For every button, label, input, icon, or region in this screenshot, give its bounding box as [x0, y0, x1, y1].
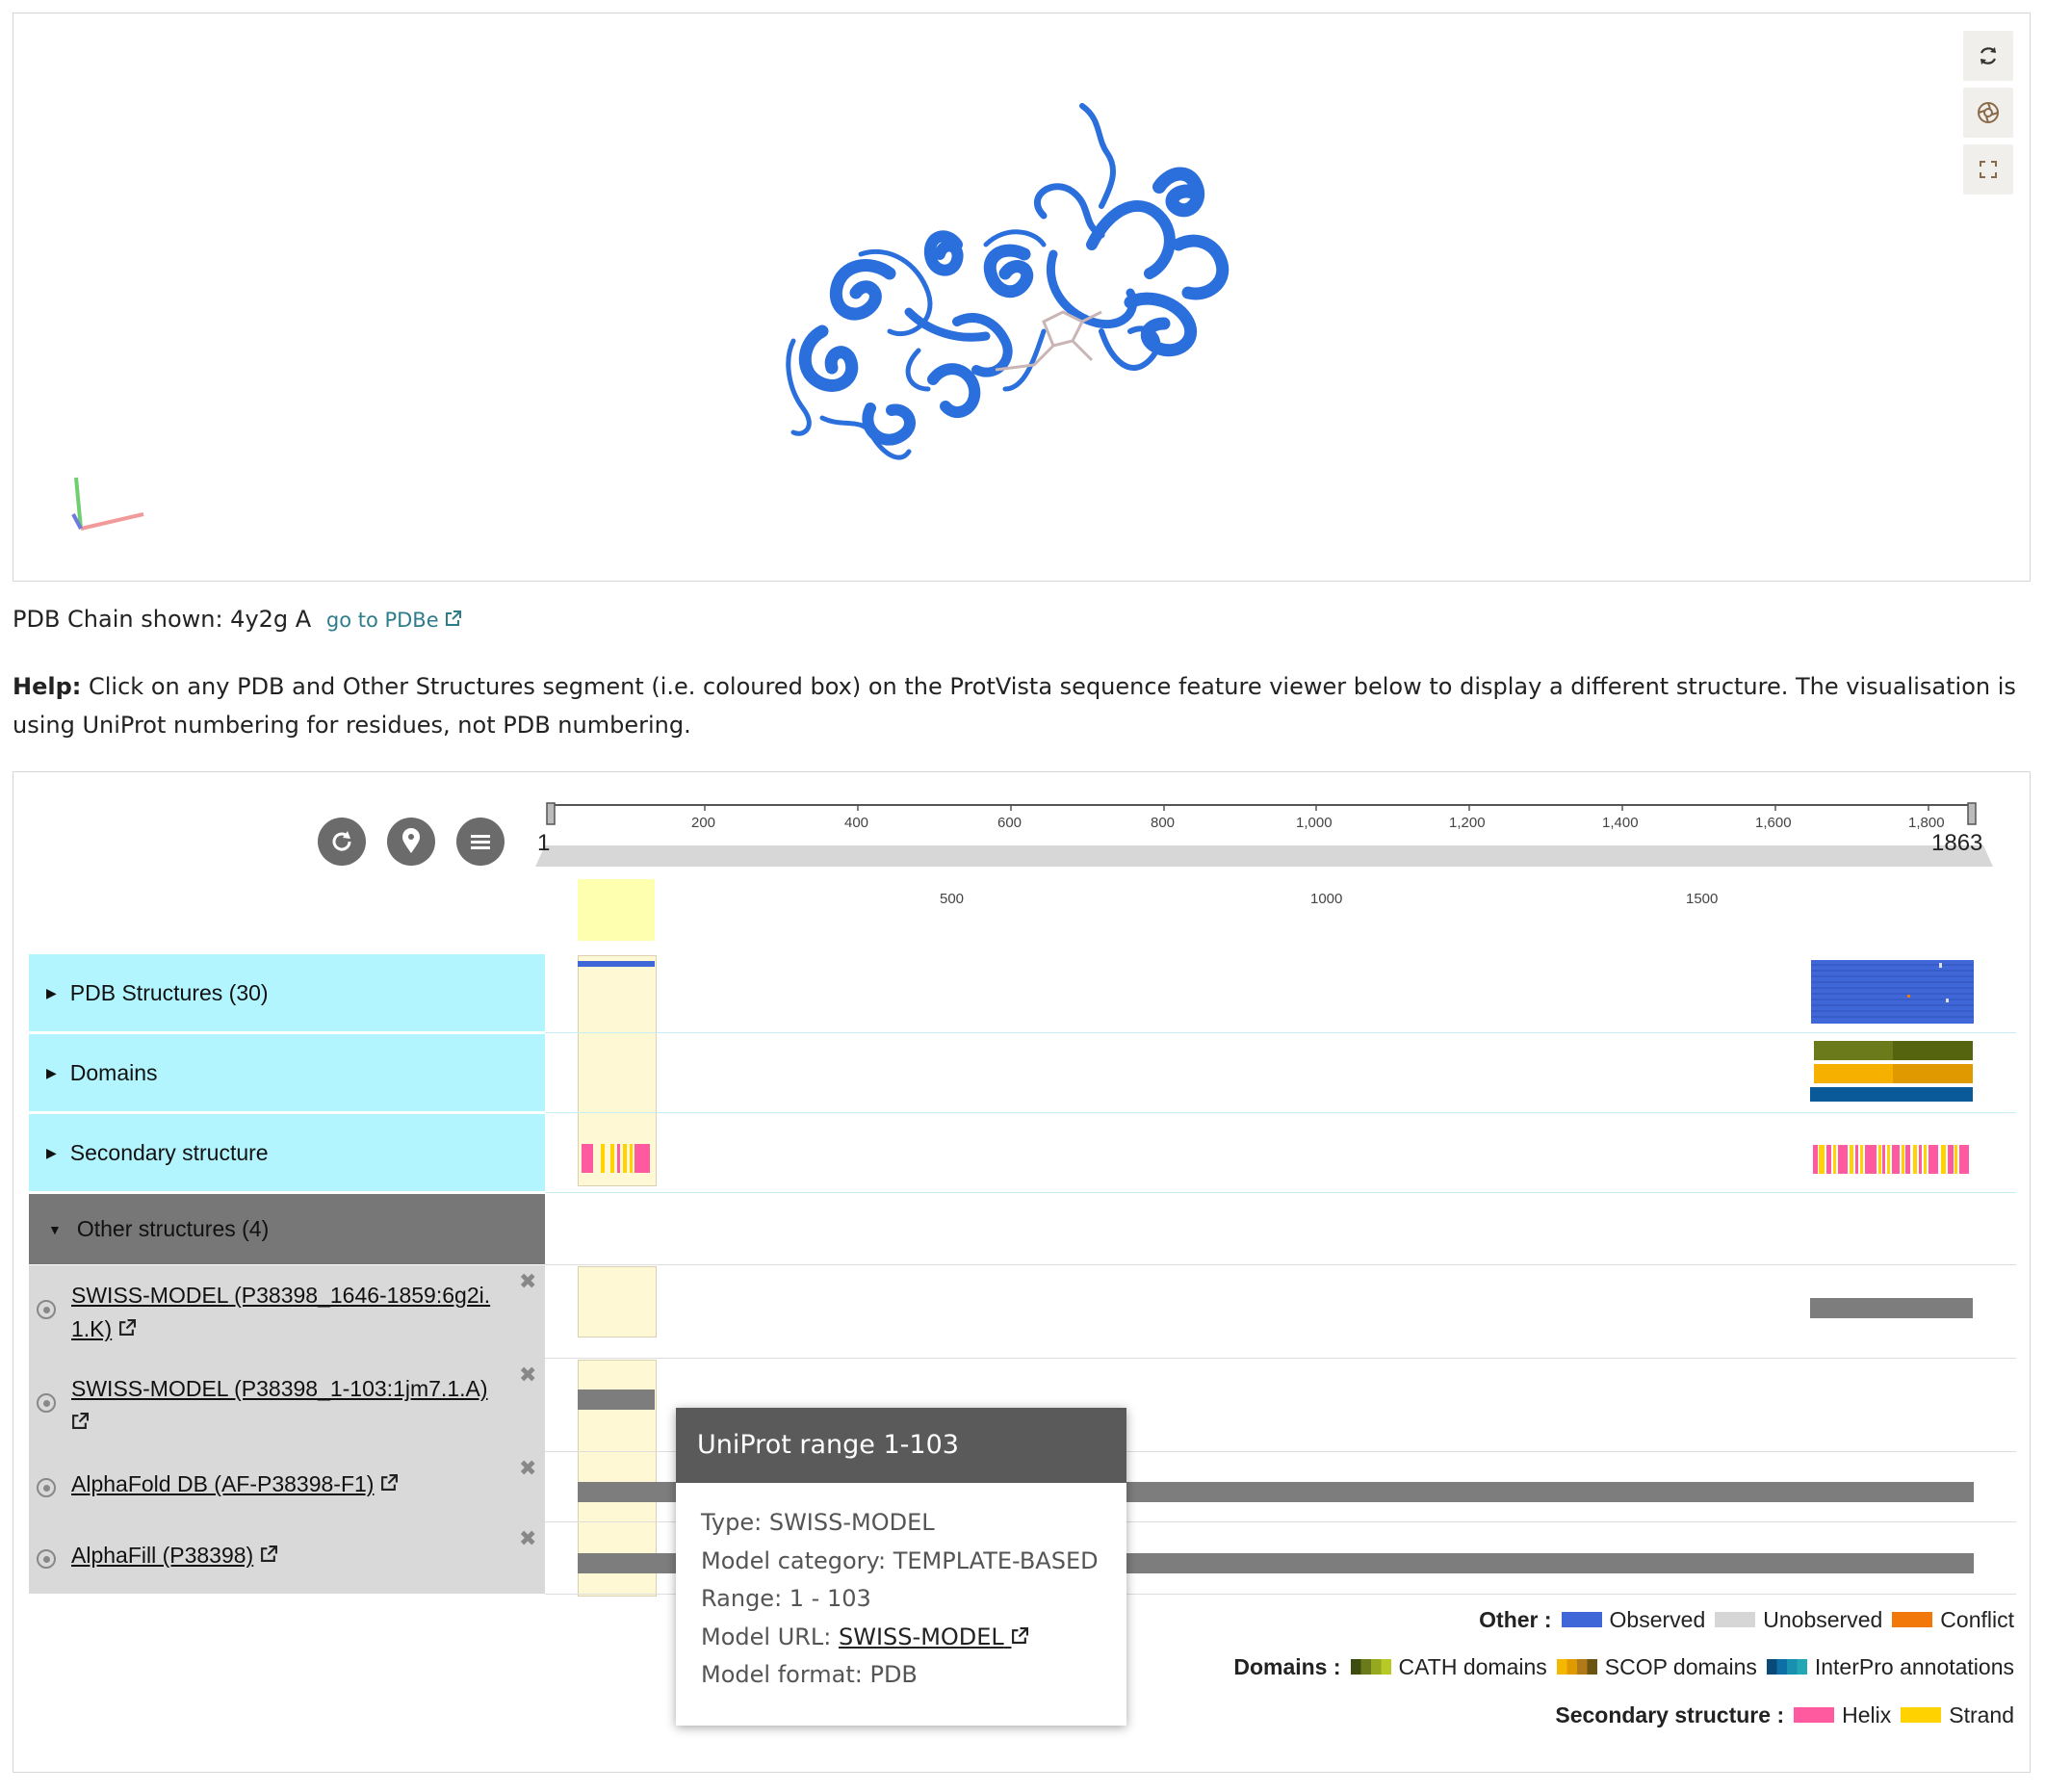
helix-swatch [1794, 1707, 1835, 1723]
track-domains[interactable]: ▶ Domains [29, 1034, 545, 1111]
other-structure-link[interactable]: AlphaFold DB (AF-P38398-F1) [71, 1471, 374, 1496]
secondary-structure-segment[interactable] [1813, 1145, 1970, 1174]
other-structure-link[interactable]: SWISS-MODEL (P38398_1-103:1jm7.1.A) [71, 1376, 488, 1401]
other-structures-header[interactable]: ▼ Other structures (4) [29, 1194, 545, 1264]
overview-tick: 500 [940, 891, 965, 907]
help-text: Help: Click on any PDB and Other Structu… [13, 667, 2034, 744]
pdb-segment[interactable] [1811, 960, 1974, 1024]
menu-button[interactable] [456, 818, 505, 866]
other-structure-item[interactable]: SWISS-MODEL (P38398_1-103:1jm7.1.A) ✖ [29, 1359, 545, 1452]
unobserved-swatch [1715, 1612, 1756, 1627]
structure-viewer[interactable] [13, 13, 2031, 582]
other-structure-item[interactable]: SWISS-MODEL (P38398_1646-1859:6g2i. 1.K) … [29, 1265, 545, 1359]
navigation-ruler[interactable] [535, 799, 1999, 869]
tooltip-format: Model format: PDB [701, 1661, 918, 1688]
external-link-icon [446, 610, 462, 626]
ruler-tick: 800 [1151, 815, 1176, 831]
external-link-icon[interactable] [260, 1545, 277, 1563]
pdb-segment[interactable] [578, 961, 655, 967]
scop-domain[interactable] [1814, 1064, 1893, 1083]
ruler-tick: 1,800 [1908, 815, 1945, 831]
remove-icon[interactable]: ✖ [519, 1456, 536, 1481]
hamburger-icon [471, 835, 490, 849]
secondary-structure-segment[interactable] [578, 1144, 655, 1173]
model-segment[interactable] [1810, 1298, 1973, 1318]
tooltip-model-link[interactable]: SWISS-MODEL [839, 1623, 1029, 1650]
tooltip-type: Type: SWISS-MODEL [701, 1509, 935, 1536]
tooltip-url-row: Model URL: SWISS-MODEL [701, 1619, 1101, 1657]
ruler-tick: 1,600 [1755, 815, 1792, 831]
ruler-tick: 1,400 [1602, 815, 1639, 831]
radio-icon[interactable] [37, 1300, 56, 1319]
remove-icon[interactable]: ✖ [519, 1526, 536, 1551]
collapse-triangle-icon: ▼ [48, 1221, 62, 1237]
reset-button[interactable] [318, 818, 366, 866]
scop-domain[interactable] [1893, 1064, 1973, 1083]
radio-icon[interactable] [37, 1478, 56, 1497]
help-label: Help: [13, 673, 82, 700]
cath-swatch [1350, 1659, 1391, 1675]
model-segment[interactable] [578, 1389, 655, 1410]
go-to-pdbe-link[interactable]: go to PDBe [326, 609, 462, 632]
tooltip-category: Model category: TEMPLATE-BASED [701, 1546, 1099, 1574]
ruler-end: 1863 [1931, 830, 1983, 856]
protein-cartoon-image [786, 103, 1230, 460]
screenshot-icon[interactable] [1963, 88, 2013, 138]
track-divider [545, 1112, 2016, 1113]
pdb-chain-label: PDB Chain shown: 4y2g A [13, 606, 312, 633]
refresh-icon [332, 831, 351, 851]
external-link-icon[interactable] [118, 1319, 136, 1337]
radio-icon[interactable] [37, 1549, 56, 1569]
track-pdb-structures[interactable]: ▶ PDB Structures (30) [29, 954, 545, 1031]
ruler-start: 1 [537, 830, 551, 856]
cath-domain[interactable] [1814, 1041, 1893, 1060]
fullscreen-icon[interactable] [1963, 144, 2013, 195]
help-body: Click on any PDB and Other Structures se… [13, 673, 2016, 739]
tooltip-title: UniProt range 1-103 [676, 1408, 1126, 1483]
observed-swatch [1561, 1612, 1602, 1627]
cath-domain[interactable] [1893, 1041, 1973, 1060]
interpro-swatch [1766, 1659, 1807, 1675]
map-pin-icon [402, 828, 420, 853]
expand-triangle-icon: ▶ [46, 984, 57, 1000]
ruler-tick: 400 [844, 815, 869, 831]
pdb-chain-line: PDB Chain shown: 4y2g A go to PDBe [13, 606, 462, 633]
ruler-tick: 1,000 [1296, 815, 1333, 831]
selection-column [578, 1266, 657, 1338]
expand-triangle-icon: ▶ [46, 1144, 57, 1160]
strand-swatch [1901, 1707, 1942, 1723]
tooltip-range: Range: 1 - 103 [701, 1585, 871, 1612]
selection-highlight [578, 879, 655, 941]
other-structure-link[interactable]: AlphaFill (P38398) [71, 1543, 253, 1568]
track-divider [545, 1358, 2016, 1359]
ruler-tick: 1,200 [1449, 815, 1486, 831]
expand-triangle-icon: ▶ [46, 1064, 57, 1080]
ruler-tick: 200 [691, 815, 716, 831]
external-link-icon[interactable] [380, 1474, 398, 1492]
axes-icon [71, 477, 144, 531]
track-divider [545, 1192, 2016, 1193]
external-link-icon[interactable] [71, 1413, 89, 1430]
scop-swatch [1556, 1659, 1597, 1675]
track-divider [545, 1032, 2016, 1033]
track-divider [545, 1264, 2016, 1265]
overview-tick: 1000 [1310, 891, 1343, 907]
overview-tick: 1500 [1686, 891, 1719, 907]
remove-icon[interactable]: ✖ [519, 1269, 536, 1294]
location-button[interactable] [387, 818, 435, 866]
other-structure-item[interactable]: AlphaFill (P38398) ✖ [29, 1522, 545, 1594]
conflict-swatch [1892, 1612, 1933, 1627]
other-structure-item[interactable]: AlphaFold DB (AF-P38398-F1) ✖ [29, 1452, 545, 1522]
interpro-annotation[interactable] [1810, 1087, 1973, 1102]
remove-icon[interactable]: ✖ [519, 1363, 536, 1388]
ruler-tick: 600 [997, 815, 1022, 831]
reset-view-icon[interactable] [1963, 31, 2013, 81]
external-link-icon [1012, 1626, 1029, 1644]
track-secondary-structure[interactable]: ▶ Secondary structure [29, 1114, 545, 1191]
radio-icon[interactable] [37, 1393, 56, 1413]
feature-tooltip: UniProt range 1-103 Type: SWISS-MODEL Mo… [676, 1408, 1126, 1726]
